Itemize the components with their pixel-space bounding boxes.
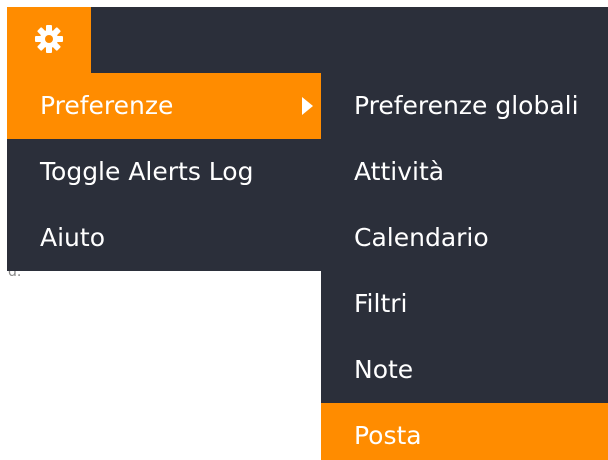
menu-item-toggle-alerts-log[interactable]: Toggle Alerts Log xyxy=(7,139,321,205)
submenu-item-filtri[interactable]: Filtri xyxy=(321,271,608,337)
screen: d. Preferenze Toggle Alerts Log Aiuto Pr… xyxy=(0,0,608,460)
submenu-item-label: Attività xyxy=(354,157,445,186)
submenu-item-label: Note xyxy=(354,355,414,384)
menu-item-label: Toggle Alerts Log xyxy=(40,157,254,186)
gear-icon xyxy=(35,25,63,53)
menu-item-aiuto[interactable]: Aiuto xyxy=(7,205,321,271)
submenu-item-preferenze-globali[interactable]: Preferenze globali xyxy=(321,73,608,139)
submenu-item-label: Posta xyxy=(354,421,422,450)
menu-item-preferenze[interactable]: Preferenze xyxy=(7,73,321,139)
submenu-item-label: Filtri xyxy=(354,289,408,318)
submenu-item-calendario[interactable]: Calendario xyxy=(321,205,608,271)
submenu-item-attivita[interactable]: Attività xyxy=(321,139,608,205)
settings-menu: Preferenze Toggle Alerts Log Aiuto xyxy=(7,73,321,271)
top-bar xyxy=(91,7,608,73)
submenu-item-posta[interactable]: Posta xyxy=(321,403,608,460)
submenu-item-label: Preferenze globali xyxy=(354,91,579,120)
submenu-item-label: Calendario xyxy=(354,223,489,252)
menu-item-label: Preferenze xyxy=(40,91,174,120)
menu-item-label: Aiuto xyxy=(40,223,105,252)
preferences-submenu: Preferenze globali Attività Calendario F… xyxy=(321,73,608,460)
settings-button[interactable] xyxy=(7,7,91,73)
submenu-item-note[interactable]: Note xyxy=(321,337,608,403)
submenu-arrow-icon xyxy=(302,97,313,115)
